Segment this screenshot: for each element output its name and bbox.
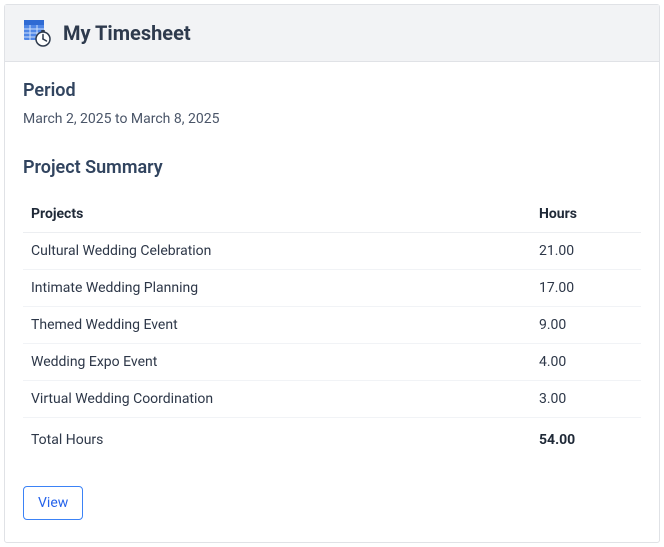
period-value: March 2, 2025 to March 8, 2025 — [23, 111, 641, 127]
total-row: Total Hours 54.00 — [23, 418, 641, 459]
table-row: Themed Wedding Event 9.00 — [23, 307, 641, 344]
total-value: 54.00 — [531, 418, 641, 459]
table-row: Virtual Wedding Coordination 3.00 — [23, 381, 641, 418]
timesheet-card: My Timesheet Period March 2, 2025 to Mar… — [4, 4, 660, 543]
timesheet-icon — [23, 19, 51, 47]
period-label: Period — [23, 80, 641, 101]
table-header-row: Projects Hours — [23, 196, 641, 233]
project-name-cell: Themed Wedding Event — [23, 307, 531, 344]
hours-cell: 3.00 — [531, 381, 641, 418]
hours-cell: 21.00 — [531, 233, 641, 270]
page-title: My Timesheet — [63, 21, 191, 45]
project-name-cell: Virtual Wedding Coordination — [23, 381, 531, 418]
card-body: Period March 2, 2025 to March 8, 2025 Pr… — [5, 62, 659, 542]
hours-cell: 9.00 — [531, 307, 641, 344]
project-name-cell: Cultural Wedding Celebration — [23, 233, 531, 270]
total-label: Total Hours — [23, 418, 531, 459]
hours-cell: 17.00 — [531, 270, 641, 307]
table-row: Intimate Wedding Planning 17.00 — [23, 270, 641, 307]
project-name-cell: Intimate Wedding Planning — [23, 270, 531, 307]
project-name-cell: Wedding Expo Event — [23, 344, 531, 381]
view-button[interactable]: View — [23, 486, 83, 520]
table-row: Cultural Wedding Celebration 21.00 — [23, 233, 641, 270]
card-header: My Timesheet — [5, 5, 659, 62]
hours-cell: 4.00 — [531, 344, 641, 381]
table-row: Wedding Expo Event 4.00 — [23, 344, 641, 381]
hours-column-header: Hours — [531, 196, 641, 233]
projects-column-header: Projects — [23, 196, 531, 233]
project-summary-table: Projects Hours Cultural Wedding Celebrat… — [23, 196, 641, 458]
summary-title: Project Summary — [23, 157, 641, 178]
